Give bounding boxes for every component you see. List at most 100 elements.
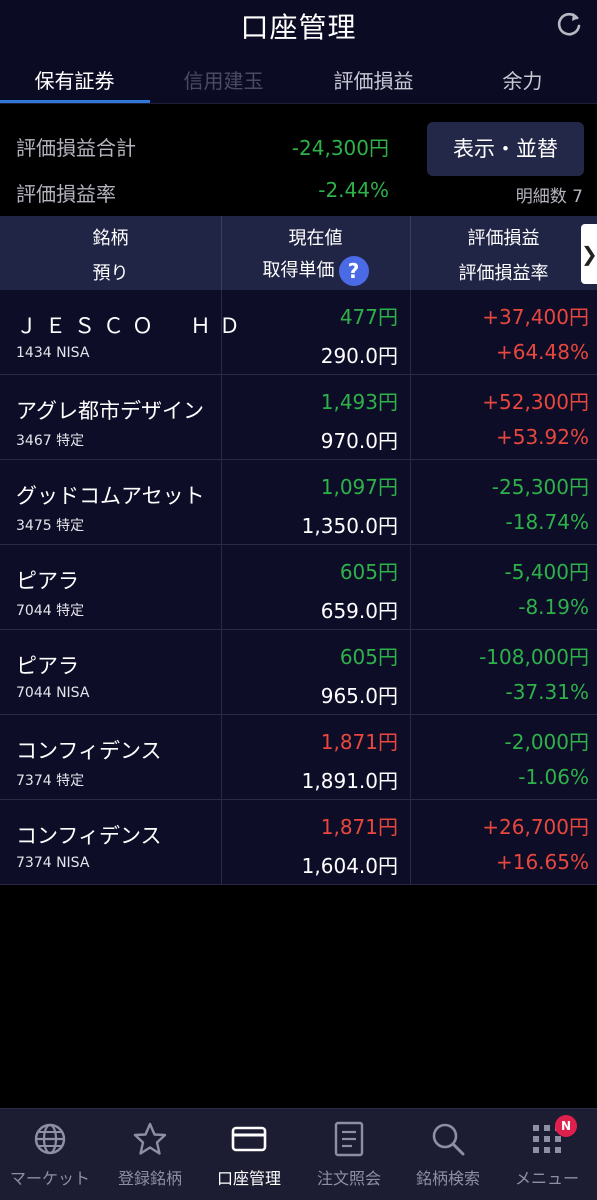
col-divider [221, 715, 222, 800]
tab-holdings[interactable]: 保有証券 [0, 48, 149, 104]
card-icon [231, 1126, 267, 1152]
profit-loss: +37,400円 [482, 305, 589, 329]
nav-menu[interactable]: N メニュー [497, 1109, 597, 1200]
col-divider [221, 290, 222, 375]
holding-row[interactable]: コンフィデンス 7374 NISA 1,871円 1,604.0円 +26,70… [0, 800, 597, 885]
holding-row[interactable]: ピアラ 7044 特定 605円 659.0円 -5,400円 -8.19% [0, 545, 597, 630]
profit-loss-rate: -8.19% [518, 595, 589, 619]
nav-account[interactable]: 口座管理 [199, 1109, 299, 1200]
stock-code-account: 3467 特定 [16, 433, 85, 449]
stock-name: コンフィデンス [16, 824, 162, 848]
profit-loss: -25,300円 [491, 475, 589, 499]
profit-loss: -5,400円 [504, 560, 589, 584]
holding-row[interactable]: ＪＥＳＣＯ ＨＤ 1434 NISA 477円 290.0円 +37,400円 … [0, 290, 597, 375]
globe-icon [34, 1123, 66, 1155]
stock-code-account: 7374 特定 [16, 773, 85, 789]
active-tab-indicator [0, 100, 150, 103]
profit-loss-rate: -1.06% [518, 765, 589, 789]
col-divider [221, 630, 222, 715]
col-divider [410, 375, 411, 460]
profit-loss-rate: -18.74% [505, 510, 589, 534]
stock-code-account: 1434 NISA [16, 345, 90, 361]
col-divider [410, 290, 411, 375]
col-divider [221, 460, 222, 545]
col-divider [410, 800, 411, 885]
col-header-name[interactable]: 銘柄 [0, 224, 221, 250]
display-sort-button[interactable]: 表示・並替 [427, 122, 584, 176]
nav-orders[interactable]: 注文照会 [299, 1109, 399, 1200]
pl-rate-value: -2.44% [318, 178, 389, 202]
bottom-nav: マーケット 登録銘柄 口座管理 注文照会 銘柄検索 N メニュー [0, 1108, 597, 1200]
total-pl-value: -24,300円 [291, 136, 389, 160]
tab-profit-loss[interactable]: 評価損益 [299, 48, 448, 104]
acquisition-price: 965.0円 [320, 684, 398, 708]
holding-row[interactable]: コンフィデンス 7374 特定 1,871円 1,891.0円 -2,000円 … [0, 715, 597, 800]
nav-market[interactable]: マーケット [0, 1109, 100, 1200]
profit-loss-rate: +64.48% [495, 340, 589, 364]
nav-label: マーケット [9, 1169, 90, 1188]
summary-panel: 評価損益合計 -24,300円 評価損益率 -2.44% 表示・並替 明細数 7 [0, 104, 597, 216]
current-price: 605円 [339, 560, 398, 584]
nav-search[interactable]: 銘柄検索 [398, 1109, 498, 1200]
tab-bar: 保有証券 信用建玉 評価損益 余力 [0, 48, 597, 104]
star-icon [133, 1122, 167, 1155]
help-icon[interactable]: ? [338, 256, 369, 286]
notification-badge: N [555, 1115, 577, 1137]
nav-label: 銘柄検索 [415, 1169, 480, 1188]
profit-loss: -2,000円 [504, 730, 589, 754]
tab-buying-power[interactable]: 余力 [448, 48, 597, 104]
col-divider [410, 630, 411, 715]
col-divider [221, 800, 222, 885]
acquisition-price: 970.0円 [320, 429, 398, 453]
acquisition-price: 1,891.0円 [301, 769, 398, 793]
profit-loss-rate: -37.31% [505, 680, 589, 704]
col-header-account[interactable]: 預り [0, 259, 221, 285]
refresh-icon[interactable] [555, 10, 583, 38]
page-title: 口座管理 [240, 11, 357, 44]
tab-margin-positions[interactable]: 信用建玉 [149, 48, 298, 104]
holding-row[interactable]: アグレ都市デザイン 3467 特定 1,493円 970.0円 +52,300円… [0, 375, 597, 460]
col-divider [410, 545, 411, 630]
stock-code-account: 3475 特定 [16, 518, 85, 534]
stock-code-account: 7374 NISA [16, 855, 90, 871]
col-header-cost[interactable]: 取得単価? [221, 256, 410, 286]
col-divider [410, 460, 411, 545]
nav-watchlist[interactable]: 登録銘柄 [100, 1109, 200, 1200]
col-divider [410, 715, 411, 800]
current-price: 1,493円 [320, 390, 398, 414]
acquisition-price: 1,350.0円 [301, 514, 398, 538]
stock-name: グッドコムアセット [16, 484, 205, 508]
acquisition-price: 290.0円 [320, 344, 398, 368]
nav-label: 口座管理 [216, 1169, 281, 1188]
stock-name: ピアラ [16, 569, 79, 593]
stock-code-account: 7044 NISA [16, 685, 90, 701]
nav-label: 注文照会 [316, 1169, 381, 1188]
current-price: 477円 [339, 305, 398, 329]
profit-loss: -108,000円 [479, 645, 589, 669]
document-icon [334, 1121, 364, 1157]
holding-row[interactable]: ピアラ 7044 NISA 605円 965.0円 -108,000円 -37.… [0, 630, 597, 715]
profit-loss: +26,700円 [482, 815, 589, 839]
stock-code-account: 7044 特定 [16, 603, 85, 619]
profit-loss-rate: +16.65% [495, 850, 589, 874]
table-header: 銘柄 預り 現在値 取得単価? 評価損益 評価損益率 [0, 216, 597, 290]
col-header-pl[interactable]: 評価損益 [410, 224, 597, 250]
total-pl-label: 評価損益合計 [16, 136, 136, 160]
col-header-cost-label: 取得単価 [262, 260, 335, 281]
acquisition-price: 659.0円 [320, 599, 398, 623]
col-header-pl-rate[interactable]: 評価損益率 [410, 259, 597, 285]
nav-label: 登録銘柄 [117, 1169, 182, 1188]
pl-rate-label: 評価損益率 [16, 182, 116, 206]
nav-label: メニュー [514, 1169, 579, 1188]
stock-name: ピアラ [16, 654, 79, 678]
stock-name: ＪＥＳＣＯ ＨＤ [16, 314, 248, 338]
col-divider [221, 375, 222, 460]
search-icon [432, 1123, 465, 1156]
current-price: 605円 [339, 645, 398, 669]
holding-row[interactable]: グッドコムアセット 3475 特定 1,097円 1,350.0円 -25,30… [0, 460, 597, 545]
detail-count: 明細数 7 [515, 187, 583, 207]
stock-name: コンフィデンス [16, 739, 162, 763]
col-header-price[interactable]: 現在値 [221, 224, 410, 250]
scroll-right-icon[interactable]: ❯ [581, 224, 597, 284]
profit-loss: +52,300円 [482, 390, 589, 414]
